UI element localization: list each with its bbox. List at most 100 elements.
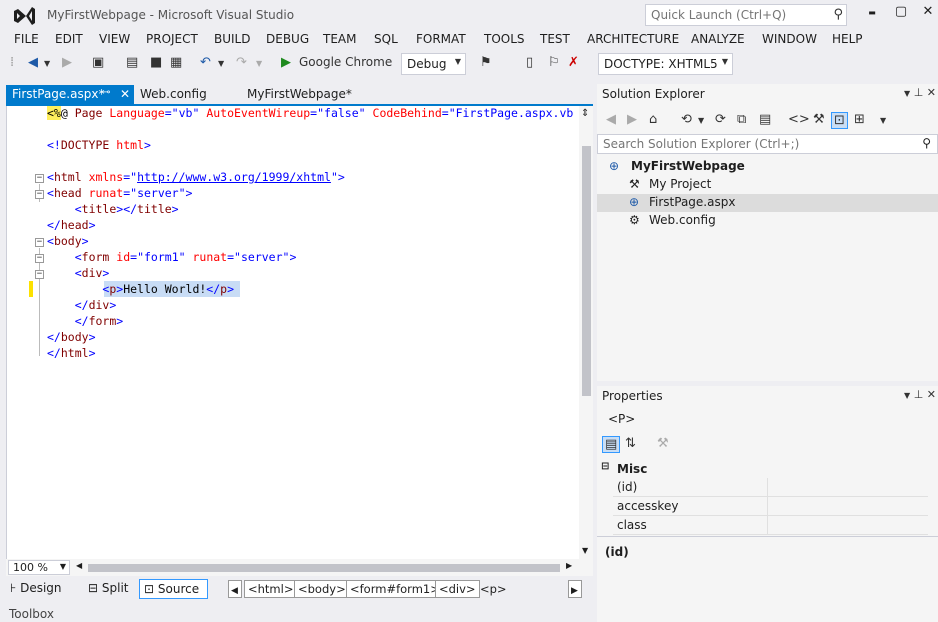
menu-format[interactable]: FORMAT — [416, 32, 466, 46]
new-project-icon[interactable]: ▣ — [92, 55, 104, 70]
refresh-icon[interactable]: ⟳ — [715, 112, 726, 127]
categorized-icon[interactable]: ▤ — [602, 436, 621, 453]
tab-myfirstwebpage[interactable]: MyFirstWebpage* — [241, 85, 358, 105]
menu-architecture[interactable]: ARCHITECTURE — [587, 32, 679, 46]
window-position-icon[interactable]: ▼ — [904, 391, 910, 400]
tab-firstpage-aspx[interactable]: FirstPage.aspx* ⊸ ✕ — [6, 85, 134, 105]
tree-item-project[interactable]: ⊕ MyFirstWebpage — [597, 158, 938, 176]
scroll-down-icon[interactable]: ▼ — [582, 546, 588, 555]
forward-icon[interactable]: ▶ — [627, 112, 637, 127]
property-pages-icon[interactable]: ⚒ — [657, 436, 669, 451]
property-category[interactable]: ⊟ Misc — [597, 460, 938, 478]
redo-dropdown-icon[interactable]: ▼ — [256, 59, 262, 68]
start-debugging-icon[interactable]: ▶ — [281, 55, 291, 70]
pin-icon[interactable]: ⊥ — [914, 86, 924, 99]
menu-team[interactable]: TEAM — [323, 32, 356, 46]
collapse-toggle[interactable]: − — [35, 174, 44, 183]
menu-window[interactable]: WINDOW — [762, 32, 817, 46]
configuration-select[interactable]: Debug ▼ — [401, 53, 466, 75]
collapse-all-icon[interactable]: ⧉ — [737, 112, 746, 127]
crumb-html[interactable]: <html> — [244, 580, 298, 598]
close-button[interactable]: ✕ — [918, 4, 938, 24]
crumb-form[interactable]: <form#form1> — [346, 580, 444, 598]
toolbox-tab[interactable]: Toolbox — [9, 607, 54, 621]
window-position-icon[interactable]: ▼ — [904, 89, 910, 98]
source-view-button[interactable]: ⊡ Source — [139, 579, 208, 599]
property-value[interactable] — [767, 516, 928, 535]
menu-view[interactable]: VIEW — [99, 32, 130, 46]
menu-test[interactable]: TEST — [540, 32, 570, 46]
scroll-right-icon[interactable]: ▶ — [566, 561, 572, 570]
crumb-body[interactable]: <body> — [294, 580, 350, 598]
tab-web-config[interactable]: Web.config — [134, 85, 213, 105]
scroll-thumb[interactable] — [582, 146, 591, 396]
close-icon[interactable]: ✕ — [927, 86, 936, 99]
close-tab-icon[interactable]: ✕ — [120, 87, 130, 101]
save-all-icon[interactable]: ▦ — [170, 55, 182, 70]
dropdown-arrow-icon[interactable]: ▼ — [44, 59, 50, 68]
crumb-next-button[interactable]: ▶ — [568, 580, 582, 598]
tree-item-firstpage[interactable]: ⊕ FirstPage.aspx — [597, 194, 938, 212]
property-value[interactable] — [767, 497, 928, 516]
properties-object-select[interactable]: <P> — [602, 410, 938, 430]
property-row[interactable]: (id) — [597, 478, 938, 497]
property-row[interactable]: class — [597, 516, 938, 535]
crumb-div[interactable]: <div> — [435, 580, 480, 598]
menu-file[interactable]: FILE — [14, 32, 39, 46]
collapse-toggle[interactable]: − — [35, 270, 44, 279]
pin-icon[interactable]: ⊸ — [102, 87, 110, 98]
crumb-p[interactable]: <p> — [476, 580, 511, 598]
close-icon[interactable]: ✕ — [927, 388, 936, 401]
browser-select[interactable]: Google Chrome — [299, 55, 392, 69]
menu-analyze[interactable]: ANALYZE — [691, 32, 745, 46]
collapse-toggle[interactable]: − — [35, 254, 44, 263]
pin-icon[interactable]: ⊥ — [914, 388, 924, 401]
collapse-toggle[interactable]: − — [35, 190, 44, 199]
alphabetical-icon[interactable]: ⇅ — [625, 436, 636, 451]
redo-icon[interactable]: ↷ — [236, 55, 247, 70]
menu-tools[interactable]: TOOLS — [484, 32, 525, 46]
solution-search-box[interactable]: ⚲ — [597, 134, 938, 154]
menu-edit[interactable]: EDIT — [55, 32, 83, 46]
menu-debug[interactable]: DEBUG — [266, 32, 309, 46]
undo-dropdown-icon[interactable]: ▼ — [218, 59, 224, 68]
maximize-button[interactable]: ▢ — [891, 4, 911, 24]
search-icon[interactable]: ⚲ — [922, 136, 931, 150]
collapse-icon[interactable]: ⊟ — [601, 461, 609, 472]
horizontal-scroll-thumb[interactable] — [88, 564, 560, 572]
find-in-files-icon[interactable]: ⚑ — [480, 55, 492, 70]
collapse-toggle[interactable]: − — [35, 238, 44, 247]
split-icon[interactable]: ⇕ — [581, 108, 589, 119]
split-view-button[interactable]: ⊟ Split — [84, 579, 133, 599]
quick-launch-input[interactable] — [646, 5, 821, 25]
bookmark-icon[interactable]: ⚐ — [548, 55, 560, 70]
show-all-files-icon[interactable]: ▤ — [759, 112, 771, 127]
tree-item-web-config[interactable]: ⚙ Web.config — [597, 212, 938, 230]
menu-build[interactable]: BUILD — [214, 32, 250, 46]
dropdown-arrow-icon[interactable]: ▼ — [880, 116, 886, 125]
class-diagram-icon[interactable]: ⊞ — [854, 112, 865, 127]
dropdown-arrow-icon[interactable]: ▼ — [698, 116, 704, 125]
quick-launch[interactable]: ⚲ — [645, 4, 847, 26]
menu-help[interactable]: HELP — [832, 32, 863, 46]
properties-icon[interactable]: ⚒ — [813, 112, 825, 127]
open-file-icon[interactable]: ▤ — [126, 55, 138, 70]
property-value[interactable] — [767, 478, 928, 497]
property-row[interactable]: accesskey — [597, 497, 938, 516]
editor-text-area[interactable]: <%@ Page Language="vb" AutoEventWireup="… — [7, 106, 579, 562]
navigate-forward-icon[interactable]: ▶ — [62, 55, 72, 70]
menu-project[interactable]: PROJECT — [146, 32, 198, 46]
scroll-left-icon[interactable]: ◀ — [76, 561, 82, 570]
design-view-button[interactable]: ⊦ Design — [6, 579, 66, 599]
menu-sql[interactable]: SQL — [374, 32, 398, 46]
vertical-scrollbar[interactable]: ⇕ ▼ — [579, 106, 594, 562]
clear-bookmark-icon[interactable]: ✗ — [568, 55, 579, 70]
zoom-select[interactable]: 100 % ▼ — [8, 560, 70, 575]
tree-item-my-project[interactable]: ⚒ My Project — [597, 176, 938, 194]
back-icon[interactable]: ◀ — [606, 112, 616, 127]
view-code-icon[interactable]: <> — [788, 112, 810, 127]
search-icon[interactable]: ⚲ — [833, 7, 843, 22]
solution-search-input[interactable] — [598, 135, 898, 153]
xmlns-link[interactable]: http://www.w3.org/1999/xhtml — [137, 170, 331, 184]
doctype-select[interactable]: DOCTYPE: XHTML5 ▼ — [598, 53, 733, 75]
